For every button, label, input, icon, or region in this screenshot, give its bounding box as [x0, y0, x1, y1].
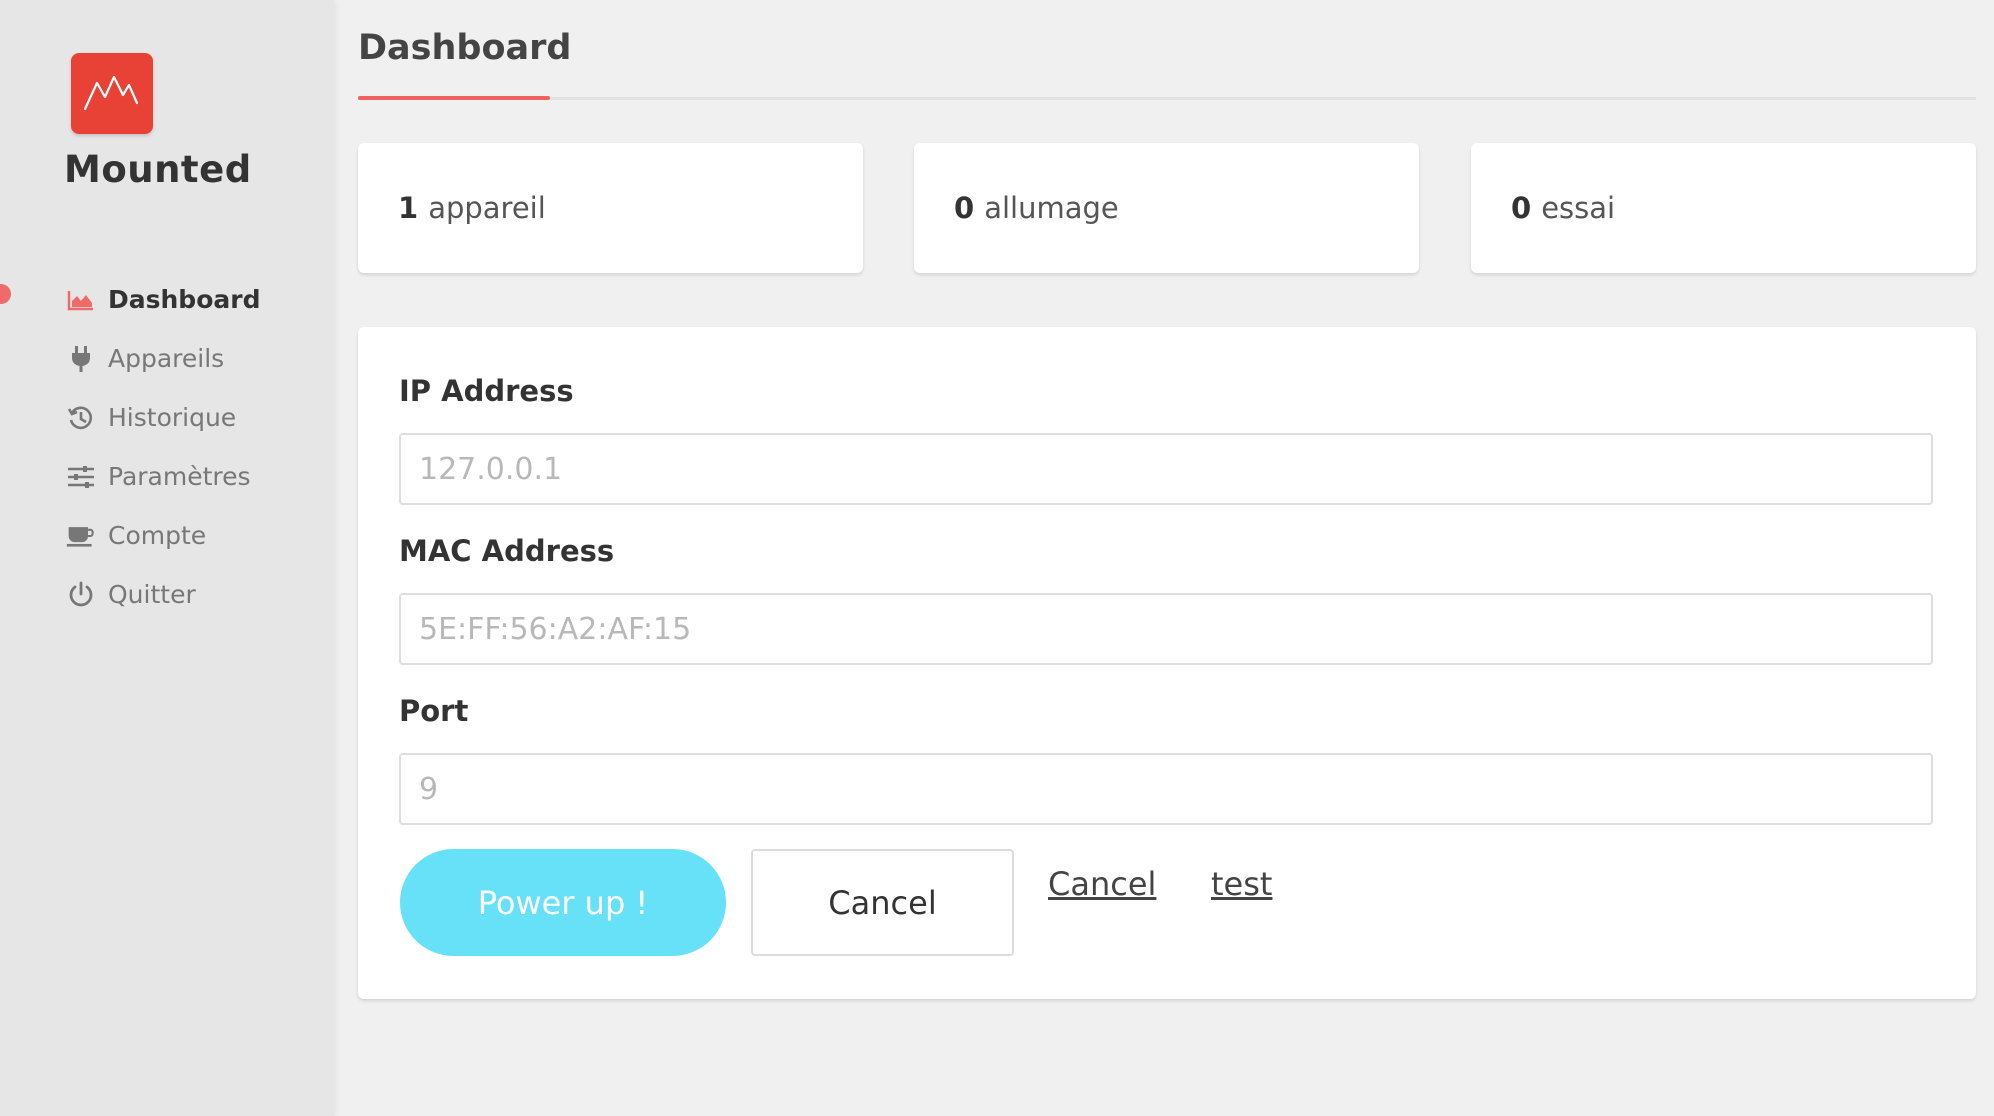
- sidebar-item-historique[interactable]: Historique: [66, 388, 260, 447]
- stat-card-appareil: 1 appareil: [358, 143, 863, 273]
- stat-value: 0: [954, 191, 975, 225]
- power-icon: [66, 580, 96, 610]
- sidebar-item-compte[interactable]: Compte: [66, 506, 260, 565]
- logo[interactable]: [71, 53, 153, 134]
- sidebar-item-parametres[interactable]: Paramètres: [66, 447, 260, 506]
- history-icon: [66, 403, 96, 433]
- power-up-form: IP Address MAC Address Port Power up ! C…: [358, 327, 1976, 999]
- stat-label: appareil: [428, 191, 546, 225]
- coffee-cup-icon: [66, 521, 96, 551]
- title-divider: [358, 97, 1976, 100]
- area-chart-icon: [66, 285, 96, 315]
- sidebar-item-quitter[interactable]: Quitter: [66, 565, 260, 624]
- brand-name: Mounted: [64, 148, 252, 191]
- sidebar-item-label: Historique: [108, 403, 237, 432]
- sidebar-item-label: Dashboard: [108, 285, 261, 314]
- stat-card-essai: 0 essai: [1471, 143, 1976, 273]
- sidebar-item-label: Paramètres: [108, 462, 251, 491]
- cancel-link[interactable]: Cancel: [1048, 865, 1156, 903]
- port-label: Port: [399, 694, 469, 728]
- active-indicator: [0, 284, 11, 304]
- stat-label: essai: [1541, 191, 1616, 225]
- sidebar-item-appareils[interactable]: Appareils: [66, 329, 260, 388]
- sidebar-item-dashboard[interactable]: Dashboard: [66, 270, 260, 329]
- page-title: Dashboard: [358, 28, 572, 68]
- sidebar-nav: Dashboard Appareils Historique Paramètre…: [66, 270, 260, 624]
- sidebar-item-label: Appareils: [108, 344, 225, 373]
- port-input[interactable]: [399, 753, 1933, 825]
- plug-icon: [66, 344, 96, 374]
- stat-label: allumage: [984, 191, 1119, 225]
- sidebar-item-label: Compte: [108, 521, 207, 550]
- mac-address-label: MAC Address: [399, 534, 615, 568]
- mac-address-input[interactable]: [399, 593, 1933, 665]
- power-up-button[interactable]: Power up !: [400, 849, 726, 956]
- sidebar-item-label: Quitter: [108, 580, 196, 609]
- ip-address-input[interactable]: [399, 433, 1933, 505]
- sidebar: Mounted Dashboard Appareils Historique P…: [0, 0, 334, 1116]
- mountain-icon: [83, 75, 139, 111]
- ip-address-label: IP Address: [399, 374, 574, 408]
- stat-value: 1: [398, 191, 419, 225]
- test-link[interactable]: test: [1211, 865, 1272, 903]
- title-underline: [358, 96, 550, 100]
- sliders-icon: [66, 462, 96, 492]
- cancel-button[interactable]: Cancel: [751, 849, 1014, 956]
- stat-value: 0: [1511, 191, 1532, 225]
- stat-card-allumage: 0 allumage: [914, 143, 1419, 273]
